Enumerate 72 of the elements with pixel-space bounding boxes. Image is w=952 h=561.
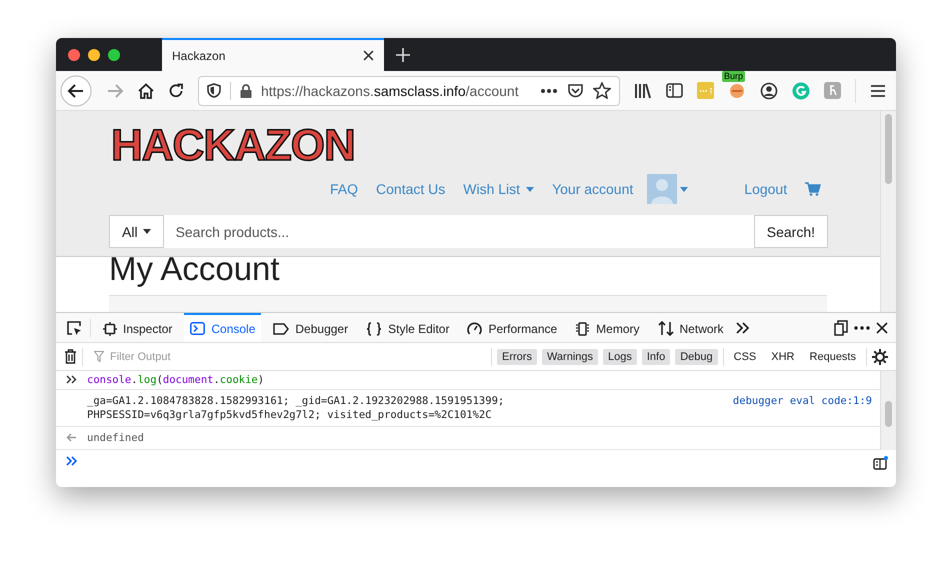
close-icon[interactable]: [876, 322, 888, 334]
close-window-button[interactable]: [68, 48, 80, 60]
lock-icon: [240, 84, 252, 98]
home-icon[interactable]: [138, 82, 154, 98]
filter-toggle[interactable]: Warnings: [542, 348, 598, 364]
box-icon: [103, 322, 117, 336]
devtools-tab[interactable]: Inspector: [97, 313, 178, 342]
filter-toggle[interactable]: XHR: [766, 348, 800, 364]
star-icon[interactable]: [593, 82, 611, 99]
element-picker-icon[interactable]: [66, 320, 82, 336]
devtools-tab[interactable]: Console: [184, 313, 262, 342]
caret-icon: [680, 186, 688, 192]
more-icon[interactable]: [540, 88, 558, 94]
minimize-window-button[interactable]: [88, 48, 100, 60]
filter-toggle[interactable]: Requests: [804, 348, 861, 364]
site-logo[interactable]: HACKAZON: [109, 118, 357, 174]
console-input-line: console.log(document.cookie): [87, 373, 264, 387]
reload-icon[interactable]: [168, 82, 184, 98]
up-down-arrows-icon: [658, 321, 674, 336]
devtools-tab[interactable]: Performance: [461, 313, 564, 342]
menu-icon[interactable]: [870, 84, 886, 98]
devtools-tab[interactable]: Style Editor: [360, 313, 456, 342]
console-output: _ga=GA1.2.1084783828.1582993161; _gid=GA1.2.1923202988.1591951399; PHPSESSID=v6q3grla7gfp5kvd5fhev2g7l2; visited_products=%2C101%2C: [87, 394, 504, 422]
tab-title: Hackazon: [172, 48, 226, 62]
pocket-icon[interactable]: [567, 82, 584, 98]
prompt-chevrons-icon: [66, 456, 77, 466]
console-icon: [190, 322, 206, 335]
return-arrow-icon: [66, 433, 77, 442]
search-field[interactable]: Search products...: [164, 215, 754, 248]
url-text: https://hackazons.samsclass.info/account: [261, 82, 519, 98]
console-scrollbar[interactable]: [880, 371, 896, 450]
filter-toggle[interactable]: Info: [642, 348, 670, 364]
more-icon[interactable]: [854, 326, 870, 330]
tag-icon: [273, 322, 290, 334]
filter-toggle[interactable]: Logs: [603, 348, 637, 364]
responsive-mode-icon[interactable]: [834, 320, 848, 336]
address-bar[interactable]: https://hackazons.samsclass.info/account: [198, 76, 620, 106]
filter-toggle[interactable]: CSS: [728, 348, 762, 364]
account-icon[interactable]: [760, 82, 778, 100]
sidebar-icon[interactable]: [666, 83, 683, 98]
filter-toggle[interactable]: Debug: [675, 348, 718, 364]
caret-icon: [526, 186, 534, 192]
close-tab-icon[interactable]: [363, 50, 374, 61]
devtools-tab[interactable]: Debugger: [267, 313, 354, 342]
cart-icon[interactable]: [805, 182, 822, 196]
burp-badge: Burp: [722, 70, 746, 82]
source-link[interactable]: debugger eval code:1:9: [732, 394, 872, 408]
chevrons-icon: [66, 375, 77, 384]
chip-icon: [575, 322, 590, 336]
devtools-tab[interactable]: Network: [652, 313, 730, 342]
browser-tab[interactable]: Hackazon: [162, 38, 384, 71]
editor-mode-icon[interactable]: [873, 456, 888, 470]
caret-icon: [142, 229, 151, 234]
back-button[interactable]: [60, 74, 92, 106]
gear-icon[interactable]: [872, 348, 888, 364]
new-tab-icon[interactable]: [396, 48, 410, 62]
shield-icon[interactable]: [207, 83, 221, 98]
funnel-icon: [94, 351, 104, 362]
console-result: undefined: [87, 431, 144, 445]
page-scrollbar[interactable]: [880, 111, 896, 312]
search-button[interactable]: Search!: [754, 215, 828, 248]
avatar-icon: [647, 174, 678, 204]
braces-icon: [366, 322, 382, 336]
zoom-window-button[interactable]: [108, 48, 120, 60]
gauge-icon: [467, 322, 482, 335]
devtools-tab[interactable]: Memory: [569, 313, 646, 342]
trash-icon[interactable]: [64, 349, 77, 364]
category-dropdown[interactable]: All: [109, 215, 164, 248]
page-heading: My Account: [109, 251, 281, 287]
filter-toggle[interactable]: Errors: [497, 348, 537, 364]
library-icon[interactable]: [634, 82, 652, 98]
chevrons-icon[interactable]: [736, 322, 750, 334]
